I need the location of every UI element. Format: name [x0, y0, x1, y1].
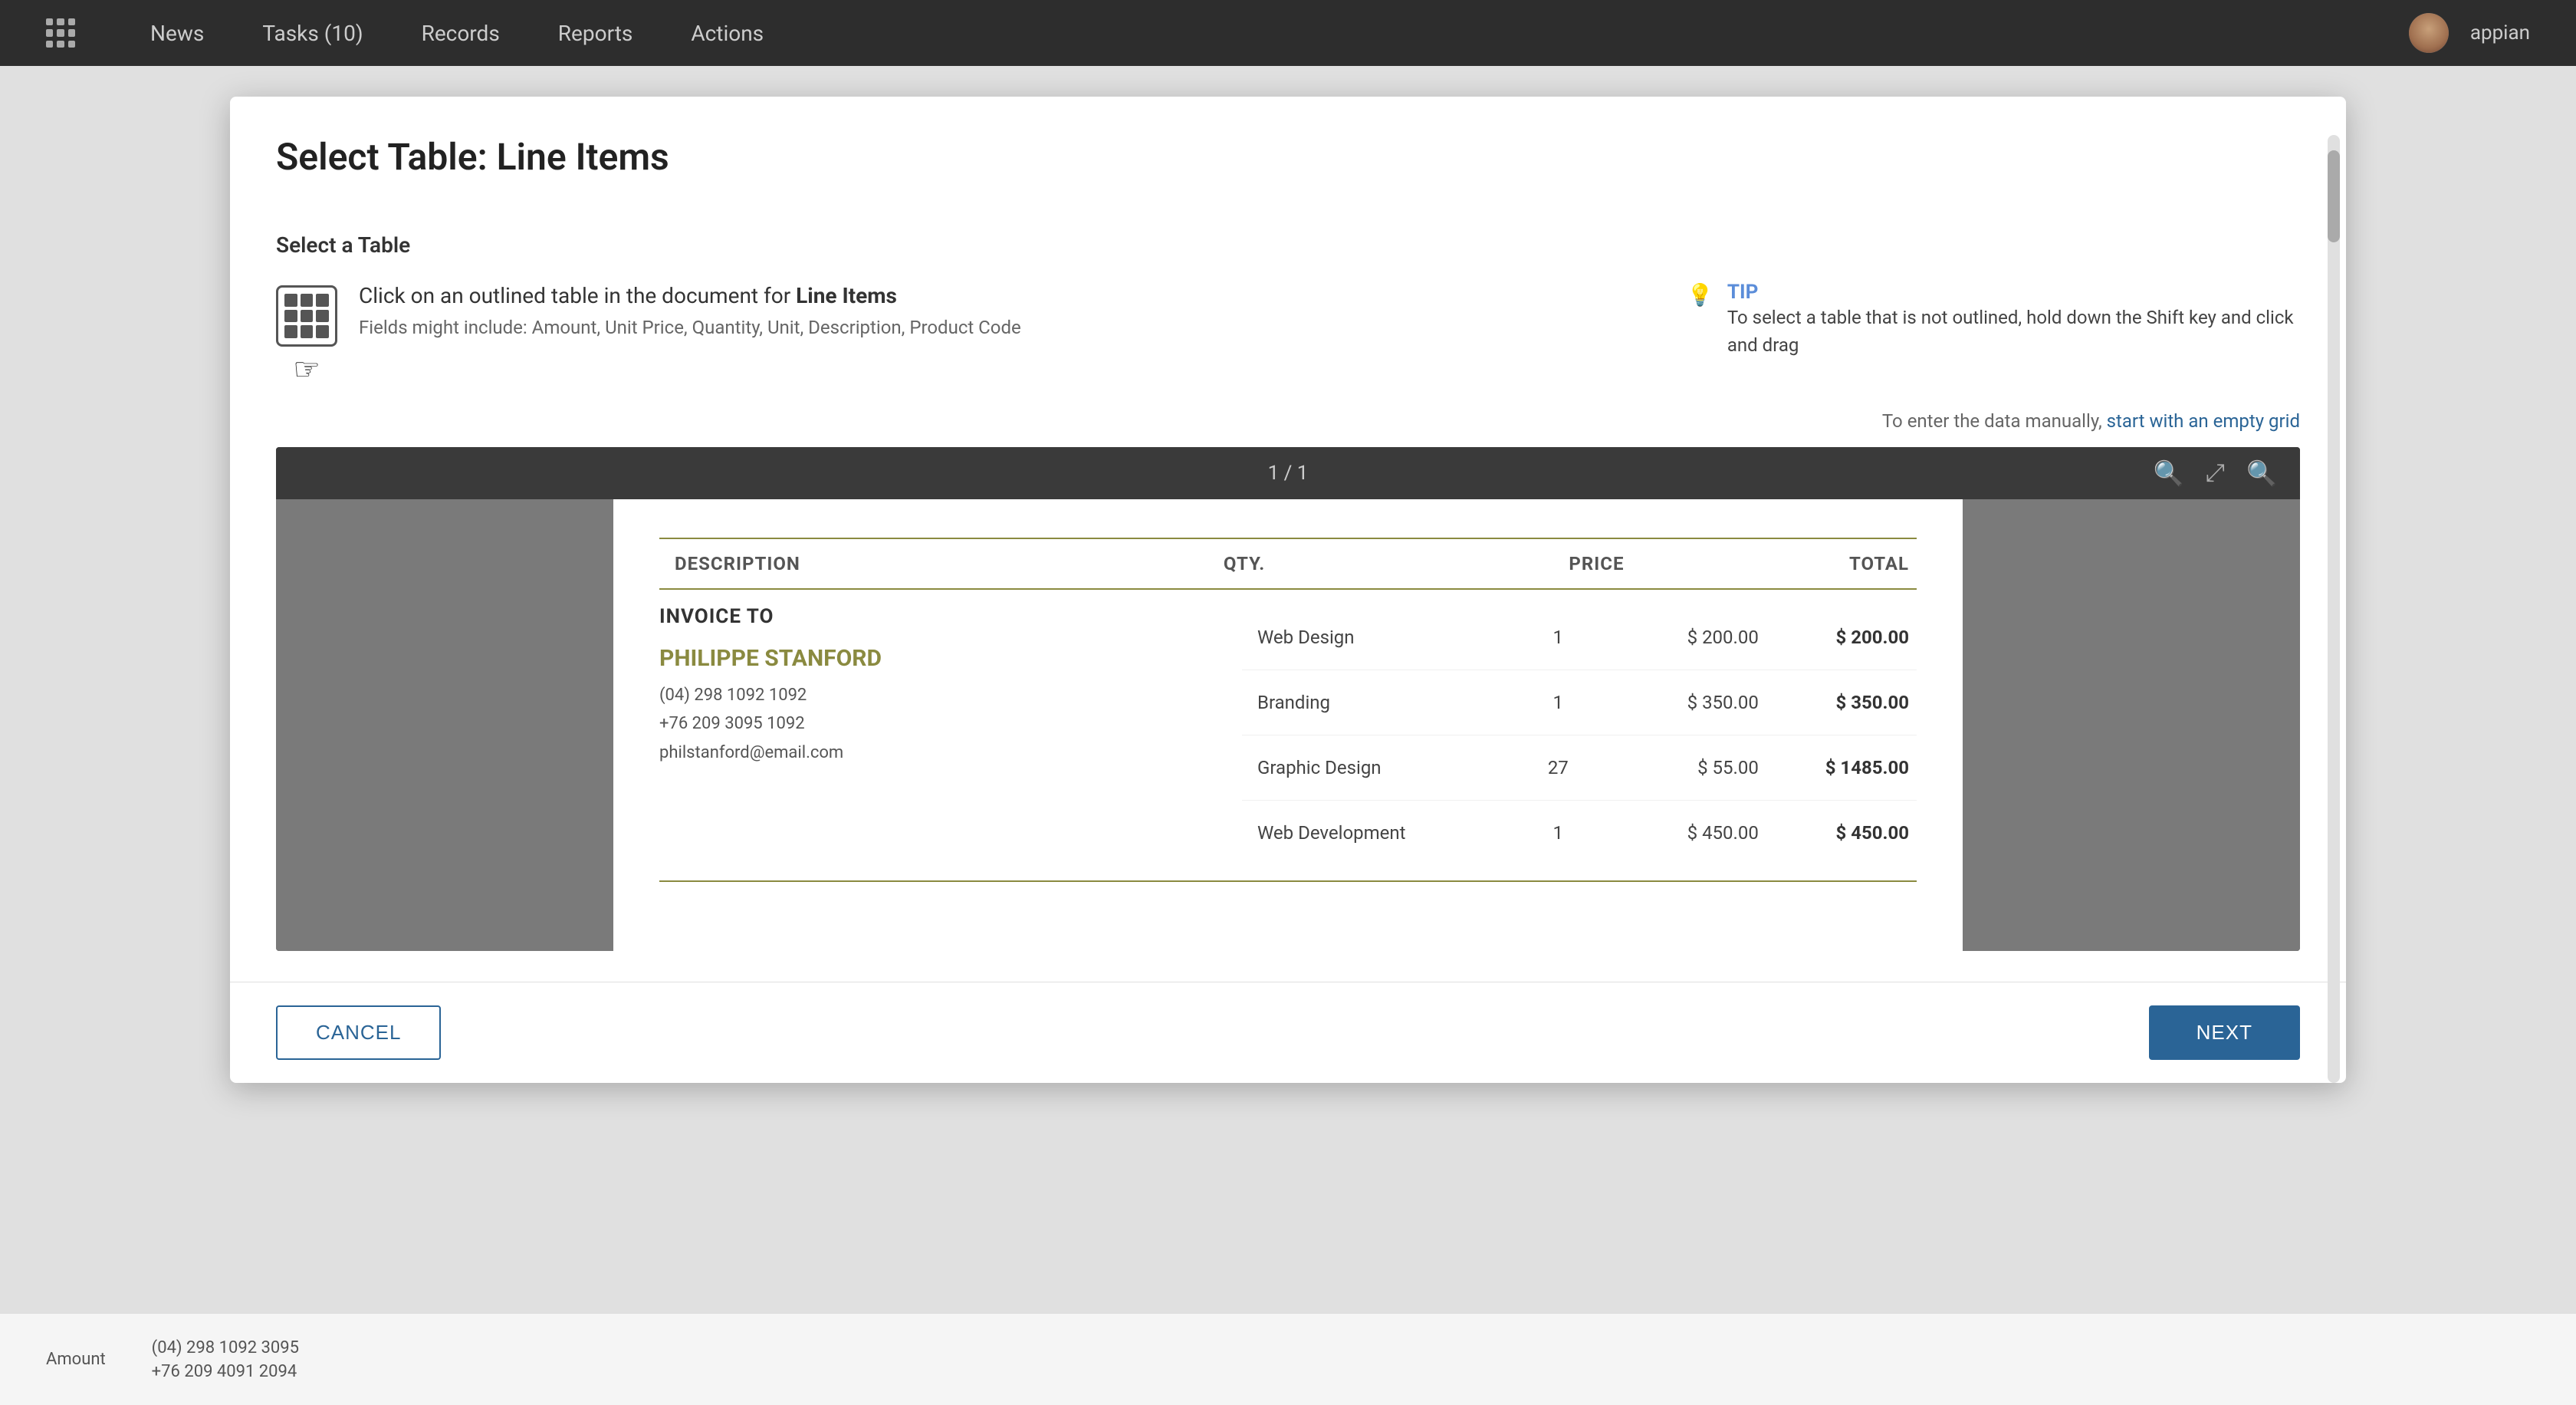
table-row: Graphic Design 27 $ 55.00 $ 1485.00 — [1242, 735, 1917, 801]
nav-item-records[interactable]: Records — [393, 0, 529, 66]
next-button[interactable]: NEXT — [2149, 1005, 2300, 1060]
row-desc-2: Graphic Design — [1242, 757, 1508, 778]
tip-label: TIP — [1727, 281, 1758, 304]
empty-grid-link[interactable]: start with an empty grid — [2107, 410, 2300, 432]
nav-item-tasks[interactable]: Tasks (10) — [233, 0, 392, 66]
zoom-in-button[interactable]: 🔍 — [2246, 459, 2277, 488]
invoice-table-header: DESCRIPTION QTY. PRICE TOTAL — [659, 538, 1917, 590]
empty-grid-row: To enter the data manually, start with a… — [276, 410, 2300, 432]
tip-content: TIP To select a table that is not outlin… — [1727, 281, 2300, 359]
zoom-out-button[interactable]: 🔍 — [2154, 459, 2184, 488]
row-desc-3: Web Development — [1242, 822, 1508, 844]
row-qty-3: 1 — [1508, 822, 1608, 844]
amount-label: Amount — [46, 1350, 106, 1369]
table-row: Branding 1 $ 350.00 $ 350.00 — [1242, 670, 1917, 735]
tip-lightbulb-icon: 💡 — [1687, 282, 1714, 308]
bottom-bar-col-2: (04) 298 1092 3095 +76 209 4091 2094 — [152, 1338, 299, 1381]
page-info: 1 / 1 — [1268, 462, 1309, 485]
cancel-button[interactable]: CANCEL — [276, 1005, 441, 1060]
row-total-3: $ 450.00 — [1759, 822, 1917, 844]
row-qty-1: 1 — [1508, 692, 1608, 713]
select-table-label: Select a Table — [276, 232, 2300, 258]
doc-toolbar: 1 / 1 🔍 ⤢ 🔍 — [276, 447, 2300, 499]
nav-logo — [46, 18, 75, 48]
grid-icon — [46, 18, 75, 48]
avatar — [2409, 13, 2449, 53]
bottom-phone2: +76 209 4091 2094 — [152, 1362, 299, 1381]
client-email: philstanford@email.com — [659, 739, 951, 767]
invoice-table-area[interactable]: DESCRIPTION QTY. PRICE TOTAL INVOICE TO — [659, 538, 1917, 882]
nav-right: appian — [2409, 13, 2530, 53]
table-row: Web Design 1 $ 200.00 $ 200.00 — [1242, 605, 1917, 670]
tip-box: 💡 TIP To select a table that is not outl… — [1687, 281, 2300, 359]
nav-item-news[interactable]: News — [121, 0, 233, 66]
bottom-bar-col-1: Amount — [46, 1350, 106, 1369]
table-row: Web Development 1 $ 450.00 $ 450.00 — [1242, 801, 1917, 865]
doc-viewer: 1 / 1 🔍 ⤢ 🔍 DESCR — [276, 447, 2300, 951]
row-price-2: $ 55.00 — [1608, 757, 1759, 778]
modal: Select Table: Line Items Select a Table … — [230, 97, 2346, 1083]
row-desc-0: Web Design — [1242, 627, 1508, 648]
table-grid-icon — [276, 285, 337, 347]
invoice-rows: Web Design 1 $ 200.00 $ 200.00 Branding … — [1242, 605, 1917, 865]
invoice-bottom-line — [659, 880, 1917, 882]
row-total-1: $ 350.00 — [1759, 692, 1917, 713]
modal-header: Select Table: Line Items — [230, 97, 2346, 202]
row-price-3: $ 450.00 — [1608, 822, 1759, 844]
info-row: ☞ Click on an outlined table in the docu… — [276, 281, 2300, 387]
modal-footer: CANCEL NEXT — [230, 982, 2346, 1083]
info-sub: Fields might include: Amount, Unit Price… — [359, 317, 1641, 338]
fullscreen-button[interactable]: ⤢ — [2206, 459, 2226, 488]
col-total: TOTAL — [1624, 553, 1917, 574]
row-desc-1: Branding — [1242, 692, 1508, 713]
invoice-body: INVOICE TO PHILIPPE STANFORD (04) 298 10… — [659, 605, 1917, 865]
client-name: PHILIPPE STANFORD — [659, 643, 951, 673]
info-main: Click on an outlined table in the docume… — [359, 281, 1641, 311]
client-info: (04) 298 1092 1092 +76 209 3095 1092 phi… — [659, 681, 951, 767]
top-nav: News Tasks (10) Records Reports Actions … — [0, 0, 2576, 66]
doc-content: DESCRIPTION QTY. PRICE TOTAL INVOICE TO — [276, 499, 2300, 951]
tip-text: To select a table that is not outlined, … — [1727, 304, 2300, 359]
bottom-phone1: (04) 298 1092 3095 — [152, 1338, 299, 1357]
row-qty-0: 1 — [1508, 627, 1608, 648]
doc-center[interactable]: DESCRIPTION QTY. PRICE TOTAL INVOICE TO — [613, 499, 1963, 951]
invoice-to-section: INVOICE TO PHILIPPE STANFORD (04) 298 10… — [659, 605, 951, 865]
doc-right-margin — [1963, 499, 2300, 951]
username-label: appian — [2470, 21, 2530, 44]
doc-left-margin — [276, 499, 613, 951]
row-total-2: $ 1485.00 — [1759, 757, 1917, 778]
modal-title: Select Table: Line Items — [276, 135, 2300, 179]
row-price-1: $ 350.00 — [1608, 692, 1759, 713]
doc-toolbar-controls: 🔍 ⤢ 🔍 — [2154, 459, 2277, 488]
col-qty: QTY. — [1149, 553, 1339, 574]
col-price: PRICE — [1339, 553, 1625, 574]
client-phone2: +76 209 3095 1092 — [659, 709, 951, 738]
bottom-bar: Amount (04) 298 1092 3095 +76 209 4091 2… — [0, 1313, 2576, 1405]
info-left: ☞ Click on an outlined table in the docu… — [276, 281, 1641, 387]
row-price-0: $ 200.00 — [1608, 627, 1759, 648]
nav-item-reports[interactable]: Reports — [529, 0, 662, 66]
info-text: Click on an outlined table in the docume… — [359, 281, 1641, 338]
modal-body: Select a Table ☞ Click on an outl — [230, 202, 2346, 982]
nav-item-actions[interactable]: Actions — [662, 0, 793, 66]
line-items-label: Line Items — [796, 283, 897, 308]
col-description: DESCRIPTION — [659, 553, 1149, 574]
client-phone1: (04) 298 1092 1092 — [659, 681, 951, 709]
row-total-0: $ 200.00 — [1759, 627, 1917, 648]
invoice-to-label: INVOICE TO — [659, 605, 951, 628]
cursor-icon: ☞ — [293, 351, 320, 387]
row-qty-2: 27 — [1508, 757, 1608, 778]
main-area: Select Table: Line Items Select a Table … — [0, 66, 2576, 1405]
